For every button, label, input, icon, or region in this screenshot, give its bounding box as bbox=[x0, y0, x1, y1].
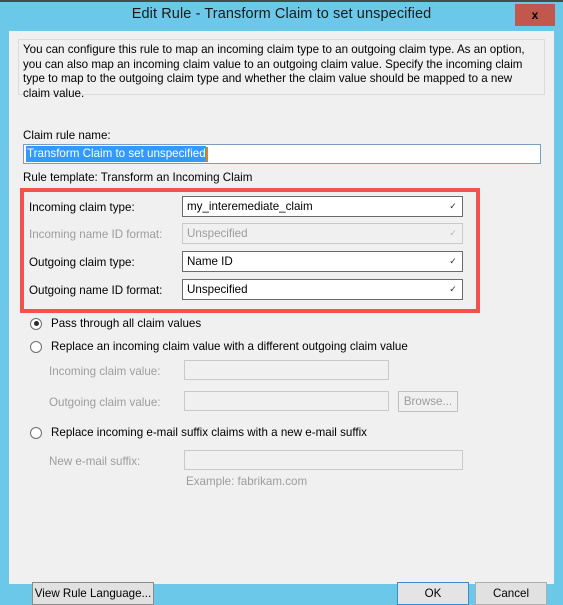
rule-template-label: Rule template: Transform an Incoming Cla… bbox=[23, 171, 253, 184]
close-icon[interactable]: x bbox=[515, 4, 555, 26]
incoming-claim-value-label: Incoming claim value: bbox=[49, 365, 161, 378]
rule-description-text: You can configure this rule to map an in… bbox=[18, 39, 545, 100]
outgoing-claim-value-input bbox=[184, 391, 389, 411]
title-bar: Edit Rule - Transform Claim to set unspe… bbox=[0, 2, 563, 31]
claim-rule-name-value: Transform Claim to set unspecified bbox=[26, 146, 206, 162]
outgoing-claim-type-label: Outgoing claim type: bbox=[29, 256, 135, 269]
radio-pass-through-all-claim-values[interactable]: Pass through all claim values bbox=[30, 317, 201, 330]
browse-button: Browse... bbox=[398, 391, 458, 412]
chevron-down-icon: ✓ bbox=[449, 284, 457, 294]
outgoing-name-id-format-label: Outgoing name ID format: bbox=[29, 284, 163, 297]
dialog-client-area: You can configure this rule to map an in… bbox=[9, 31, 554, 605]
new-email-suffix-input bbox=[184, 450, 463, 470]
incoming-name-id-format-label: Incoming name ID format: bbox=[29, 228, 163, 241]
incoming-claim-type-value: my_interemediate_claim bbox=[187, 200, 313, 213]
radio-replace-email-suffix[interactable]: Replace incoming e-mail suffix claims wi… bbox=[30, 426, 367, 439]
cancel-button[interactable]: Cancel bbox=[475, 582, 547, 605]
new-email-suffix-label: New e-mail suffix: bbox=[49, 455, 141, 468]
window-title: Edit Rule - Transform Claim to set unspe… bbox=[131, 6, 432, 22]
incoming-claim-type-label: Incoming claim type: bbox=[29, 201, 135, 214]
chevron-down-icon: ✓ bbox=[449, 256, 457, 266]
radio-replace-value-label: Replace an incoming claim value with a d… bbox=[51, 340, 408, 353]
outgoing-name-id-format-dropdown[interactable]: Unspecified ✓ bbox=[182, 279, 463, 300]
radio-icon bbox=[30, 340, 42, 353]
outgoing-name-id-format-value: Unspecified bbox=[187, 283, 248, 296]
incoming-claim-value-input bbox=[184, 360, 389, 380]
edit-rule-dialog: Edit Rule - Transform Claim to set unspe… bbox=[0, 0, 563, 605]
incoming-claim-type-dropdown[interactable]: my_interemediate_claim ✓ bbox=[182, 196, 463, 217]
claim-rule-name-input[interactable]: Transform Claim to set unspecified bbox=[23, 144, 541, 164]
chevron-down-icon: ✓ bbox=[449, 228, 457, 238]
ok-button[interactable]: OK bbox=[397, 582, 469, 605]
text-caret bbox=[205, 146, 208, 162]
outgoing-claim-type-dropdown[interactable]: Name ID ✓ bbox=[182, 251, 463, 272]
radio-icon bbox=[30, 426, 42, 439]
radio-icon bbox=[30, 317, 42, 330]
view-rule-language-button[interactable]: View Rule Language... bbox=[32, 582, 154, 605]
radio-pass-through-label: Pass through all claim values bbox=[51, 317, 202, 330]
outgoing-claim-value-label: Outgoing claim value: bbox=[49, 396, 161, 409]
chevron-down-icon: ✓ bbox=[449, 201, 457, 211]
outgoing-claim-type-value: Name ID bbox=[187, 255, 233, 268]
email-suffix-example-text: Example: fabrikam.com bbox=[186, 475, 308, 488]
incoming-name-id-format-value: Unspecified bbox=[187, 227, 248, 240]
claim-rule-name-label: Claim rule name: bbox=[23, 129, 111, 142]
radio-replace-claim-value[interactable]: Replace an incoming claim value with a d… bbox=[30, 340, 408, 353]
incoming-name-id-format-dropdown: Unspecified ✓ bbox=[182, 223, 463, 244]
radio-replace-suffix-label: Replace incoming e-mail suffix claims wi… bbox=[51, 426, 367, 439]
